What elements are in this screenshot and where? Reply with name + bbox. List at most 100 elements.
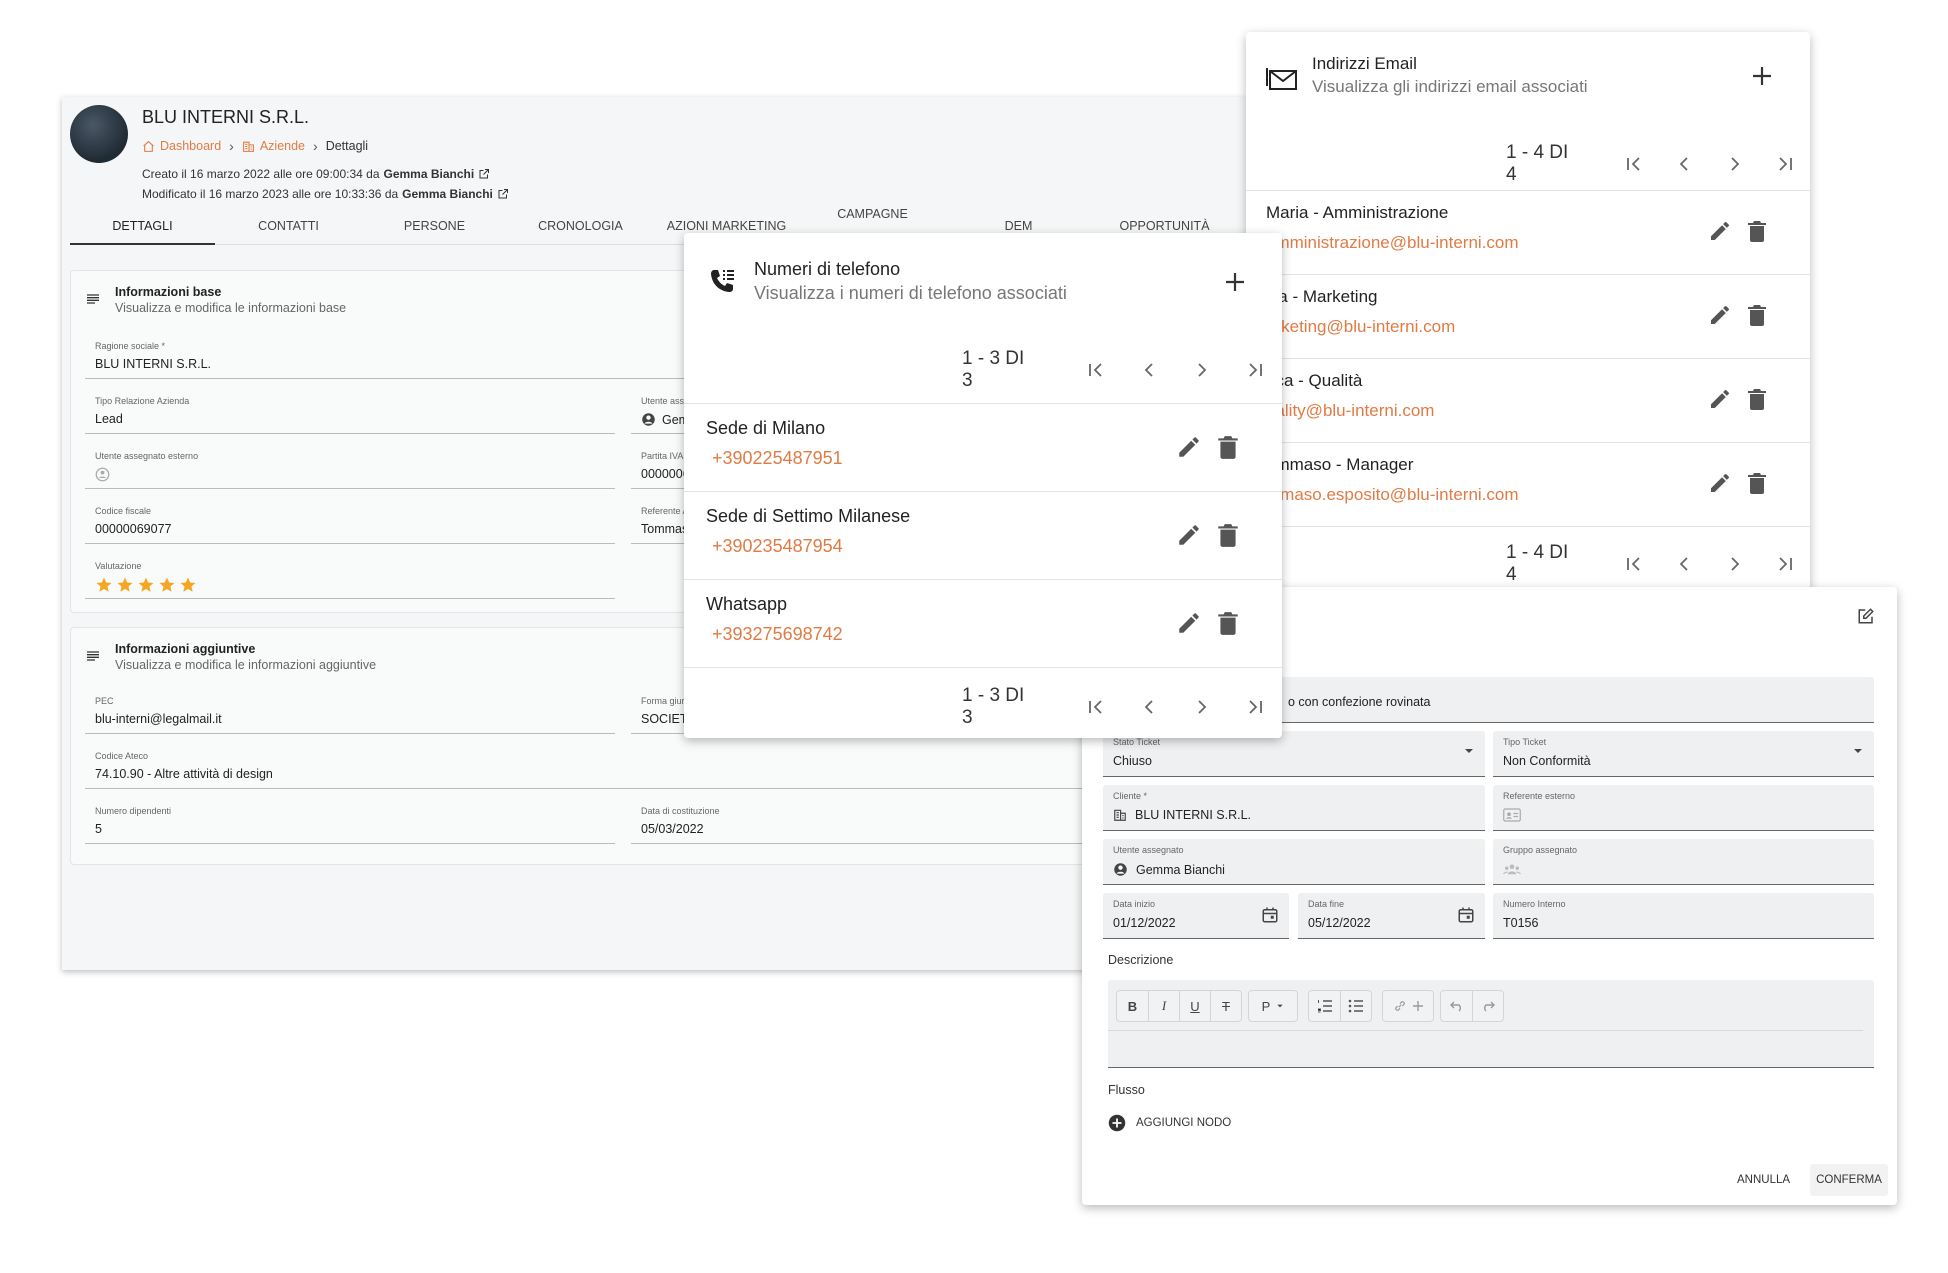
tab-persone[interactable]: PERSONE: [362, 213, 507, 245]
strikethrough-button[interactable]: T: [1210, 991, 1241, 1021]
tipo-relazione-field[interactable]: Tipo Relazione Azienda Lead: [85, 390, 615, 434]
bold-button[interactable]: B: [1117, 991, 1148, 1021]
data-fine-field[interactable]: Data fine 05/12/2022: [1298, 893, 1485, 939]
phone-number[interactable]: +390235487954: [712, 536, 843, 557]
codice-fiscale-field[interactable]: Codice fiscale 00000069077: [85, 500, 615, 544]
conferma-button[interactable]: CONFERMA: [1810, 1164, 1888, 1196]
tipo-ticket-select[interactable]: Tipo Ticket Non Conformità: [1493, 731, 1874, 777]
trash-icon[interactable]: [1746, 471, 1768, 495]
paragraph-select[interactable]: P: [1249, 991, 1297, 1021]
edit-pencil-icon[interactable]: [1176, 434, 1202, 460]
prev-page-button[interactable]: [1122, 355, 1175, 385]
utente-assegnato-field[interactable]: Utente assegnato Gemma Bianchi: [1103, 839, 1485, 885]
edit-pencil-icon[interactable]: [1708, 471, 1732, 495]
calendar-icon[interactable]: [1261, 906, 1279, 924]
star-icon[interactable]: [95, 576, 113, 594]
phone-list-item[interactable]: Sede di Settimo Milanese +390235487954: [684, 491, 1282, 579]
gruppo-assegnato-field[interactable]: Gruppo assegnato: [1493, 839, 1874, 885]
prev-page-button[interactable]: [1122, 692, 1175, 722]
tab-dettagli[interactable]: DETTAGLI: [70, 213, 215, 245]
first-page-button[interactable]: [1609, 149, 1659, 179]
numero-dipendenti-field[interactable]: Numero dipendenti 5: [85, 800, 615, 844]
star-icon[interactable]: [179, 576, 197, 594]
codice-ateco-field[interactable]: Codice Ateco 74.10.90 - Altre attività d…: [85, 745, 1225, 789]
phone-number[interactable]: +393275698742: [712, 624, 843, 645]
edit-square-icon[interactable]: [1857, 607, 1875, 625]
annulla-button[interactable]: ANNULLA: [1737, 1174, 1790, 1186]
add-node-button[interactable]: AGGIUNGI NODO: [1108, 1114, 1231, 1132]
add-phone-button[interactable]: [1224, 271, 1246, 293]
utente-assegnato-value-wrap: Gem: [641, 412, 689, 427]
email-address[interactable]: mmaso.esposito@blu-interni.com: [1266, 485, 1519, 505]
email-address[interactable]: arketing@blu-interni.com: [1266, 317, 1455, 337]
email-list-item[interactable]: ommaso - Manager mmaso.esposito@blu-inte…: [1246, 442, 1810, 525]
add-circle-icon: [1108, 1114, 1126, 1132]
email-list-item[interactable]: Maria - Amministrazione amministrazione@…: [1246, 190, 1810, 273]
data-inizio-field[interactable]: Data inizio 01/12/2022: [1103, 893, 1289, 939]
email-list-item[interactable]: uca - Qualità uality@blu-interni.com: [1246, 358, 1810, 441]
referente-esterno-field[interactable]: Referente esterno: [1493, 785, 1874, 831]
tab-cronologia[interactable]: CRONOLOGIA: [508, 213, 653, 245]
open-in-new-icon[interactable]: [478, 168, 490, 180]
trash-icon[interactable]: [1216, 522, 1240, 548]
last-page-button[interactable]: [1229, 355, 1282, 385]
breadcrumb-dashboard[interactable]: Dashboard: [142, 139, 221, 153]
last-page-button[interactable]: [1229, 692, 1282, 722]
phone-list-item[interactable]: Whatsapp +393275698742: [684, 579, 1282, 667]
add-email-button[interactable]: [1751, 65, 1773, 87]
insert-link-button[interactable]: [1383, 991, 1433, 1021]
trash-icon[interactable]: [1746, 219, 1768, 243]
created-by-user[interactable]: Gemma Bianchi: [384, 167, 475, 181]
valutazione-field[interactable]: Valutazione: [85, 555, 615, 599]
prev-page-button[interactable]: [1659, 149, 1709, 179]
redo-button[interactable]: [1472, 991, 1503, 1021]
star-icon[interactable]: [137, 576, 155, 594]
rating-stars[interactable]: [95, 576, 197, 594]
notes-icon: [87, 294, 99, 304]
link-group: [1382, 990, 1434, 1022]
next-page-button[interactable]: [1709, 149, 1759, 179]
next-page-button[interactable]: [1176, 692, 1229, 722]
italic-button[interactable]: I: [1148, 991, 1179, 1021]
email-address[interactable]: amministrazione@blu-interni.com: [1266, 233, 1519, 253]
trash-icon[interactable]: [1746, 387, 1768, 411]
modified-by-user[interactable]: Gemma Bianchi: [402, 187, 493, 201]
calendar-icon[interactable]: [1457, 906, 1475, 924]
first-page-button[interactable]: [1069, 692, 1122, 722]
pec-field[interactable]: PEC blu-interni@legalmail.it: [85, 690, 615, 734]
next-page-button[interactable]: [1709, 549, 1759, 579]
underline-button[interactable]: U: [1179, 991, 1210, 1021]
edit-pencil-icon[interactable]: [1176, 522, 1202, 548]
email-panel-subtitle: Visualizza gli indirizzi email associati: [1312, 77, 1588, 96]
edit-pencil-icon[interactable]: [1176, 610, 1202, 636]
trash-icon[interactable]: [1216, 434, 1240, 460]
undo-button[interactable]: [1441, 991, 1472, 1021]
phone-number[interactable]: +390225487951: [712, 448, 843, 469]
first-page-button[interactable]: [1069, 355, 1122, 385]
tab-contatti[interactable]: CONTATTI: [216, 213, 361, 245]
ordered-list-button[interactable]: [1309, 991, 1340, 1021]
first-page-button[interactable]: [1609, 549, 1659, 579]
last-page-button[interactable]: [1760, 549, 1810, 579]
numero-interno-field[interactable]: Numero Interno T0156: [1493, 893, 1874, 939]
trash-icon[interactable]: [1216, 610, 1240, 636]
next-page-button[interactable]: [1176, 355, 1229, 385]
breadcrumb-aziende[interactable]: Aziende: [242, 139, 305, 153]
bullet-list-button[interactable]: [1340, 991, 1371, 1021]
star-icon[interactable]: [116, 576, 134, 594]
trash-icon[interactable]: [1746, 303, 1768, 327]
email-list-item[interactable]: isa - Marketing arketing@blu-interni.com: [1246, 274, 1810, 357]
email-address[interactable]: uality@blu-interni.com: [1266, 401, 1434, 421]
utente-esterno-field[interactable]: Utente assegnato esterno: [85, 445, 615, 489]
open-in-new-icon[interactable]: [497, 188, 509, 200]
edit-pencil-icon[interactable]: [1708, 219, 1732, 243]
phone-list-item[interactable]: Sede di Milano +390225487951: [684, 403, 1282, 491]
edit-pencil-icon[interactable]: [1708, 303, 1732, 327]
star-icon[interactable]: [158, 576, 176, 594]
edit-pencil-icon[interactable]: [1708, 387, 1732, 411]
last-page-button[interactable]: [1760, 149, 1810, 179]
last-page-icon: [1779, 157, 1792, 171]
cliente-field[interactable]: Cliente * BLU INTERNI S.R.L.: [1103, 785, 1485, 831]
prev-page-button[interactable]: [1659, 549, 1709, 579]
descrizione-editor[interactable]: B I U T P: [1108, 980, 1874, 1068]
